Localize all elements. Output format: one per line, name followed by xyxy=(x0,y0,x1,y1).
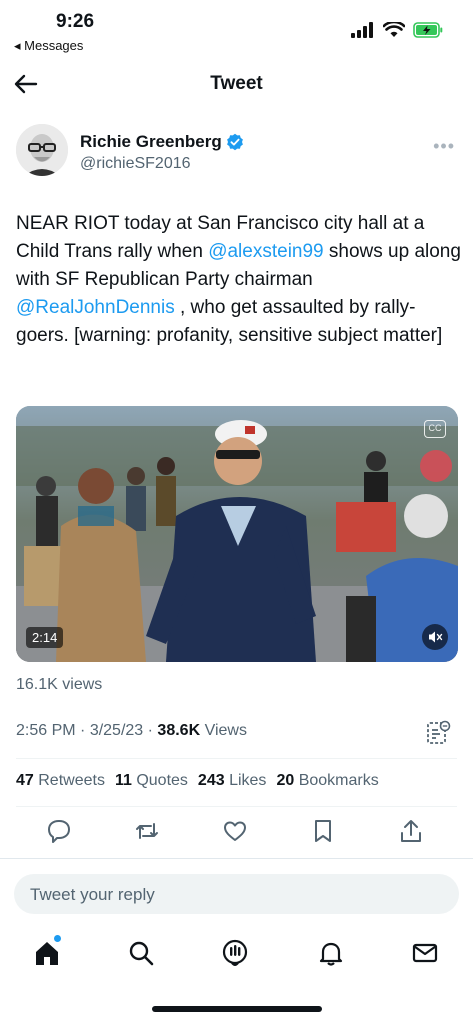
tweet-time: 2:56 PM xyxy=(16,722,76,739)
tab-notifications[interactable] xyxy=(316,938,346,968)
bookmark-icon[interactable] xyxy=(308,816,338,846)
engagement-stats: 47 Retweets 11 Quotes 243 Likes 20 Bookm… xyxy=(16,772,379,790)
status-time: 9:26 xyxy=(56,11,95,32)
tab-search[interactable] xyxy=(126,938,156,968)
mention-link[interactable]: @alexstein99 xyxy=(208,241,323,262)
analytics-icon[interactable] xyxy=(425,720,451,746)
battery-charging-icon xyxy=(413,22,443,38)
retweet-icon[interactable] xyxy=(132,816,162,846)
video-duration: 2:14 xyxy=(26,627,64,648)
home-icon xyxy=(36,942,58,965)
author-name[interactable]: Richie Greenberg xyxy=(80,132,244,152)
verified-badge-icon xyxy=(226,133,243,151)
tab-spaces[interactable] xyxy=(220,938,250,968)
captions-button[interactable]: CC xyxy=(424,420,446,438)
tweet-date: 3/25/23 xyxy=(89,722,144,739)
views-label: Views xyxy=(200,722,247,739)
video-player[interactable]: CC 2:14 xyxy=(16,406,458,662)
search-icon xyxy=(129,941,154,966)
home-indicator xyxy=(152,1006,322,1012)
reply-input[interactable]: Tweet your reply xyxy=(14,874,459,914)
mail-icon xyxy=(412,943,438,963)
author-handle[interactable]: @richieSF2016 xyxy=(80,155,191,173)
tweet-text: NEAR RIOT today at San Francisco city ha… xyxy=(16,210,461,350)
status-bar: 9:26 ◂ Messages xyxy=(0,0,473,60)
heart-icon[interactable] xyxy=(220,816,250,846)
views-count: 38.6K xyxy=(157,722,201,739)
author-name-text: Richie Greenberg xyxy=(80,132,222,151)
tweet-timestamp: 2:56 PM · 3/25/23 · 38.6K Views xyxy=(16,722,247,740)
share-icon[interactable] xyxy=(396,816,426,846)
stat-bookmarks[interactable]: 20 Bookmarks xyxy=(276,772,378,790)
video-views: 16.1K views xyxy=(16,676,103,693)
mention-link[interactable]: @RealJohnDennis xyxy=(16,297,175,318)
stat-likes[interactable]: 243 Likes xyxy=(198,772,267,790)
mute-button[interactable] xyxy=(422,624,448,650)
more-icon[interactable]: ••• xyxy=(433,136,455,157)
reply-icon[interactable] xyxy=(44,816,74,846)
tab-home[interactable] xyxy=(32,935,62,968)
divider xyxy=(16,806,457,807)
stat-quotes[interactable]: 11 Quotes xyxy=(115,772,188,790)
tab-messages[interactable] xyxy=(410,938,440,968)
status-icons xyxy=(351,22,443,38)
cellular-signal-icon xyxy=(351,22,373,38)
divider xyxy=(16,758,457,759)
video-thumbnail xyxy=(16,406,458,662)
page-title: Tweet xyxy=(210,73,263,94)
speaker-muted-icon xyxy=(429,631,443,643)
tweet-actions xyxy=(0,816,473,850)
tab-bar xyxy=(0,934,473,974)
wifi-icon xyxy=(383,22,405,37)
notification-dot xyxy=(54,935,61,942)
nav-bar: Tweet xyxy=(0,62,473,106)
bell-icon xyxy=(319,942,343,966)
meta-separator: · xyxy=(143,722,158,739)
reply-placeholder: Tweet your reply xyxy=(30,885,155,904)
avatar[interactable] xyxy=(16,124,68,176)
back-to-messages-link[interactable]: ◂ Messages xyxy=(14,38,83,54)
spaces-icon xyxy=(222,939,248,966)
stat-retweets[interactable]: 47 Retweets xyxy=(16,772,105,790)
meta-separator: · xyxy=(75,722,90,739)
divider xyxy=(0,858,473,859)
